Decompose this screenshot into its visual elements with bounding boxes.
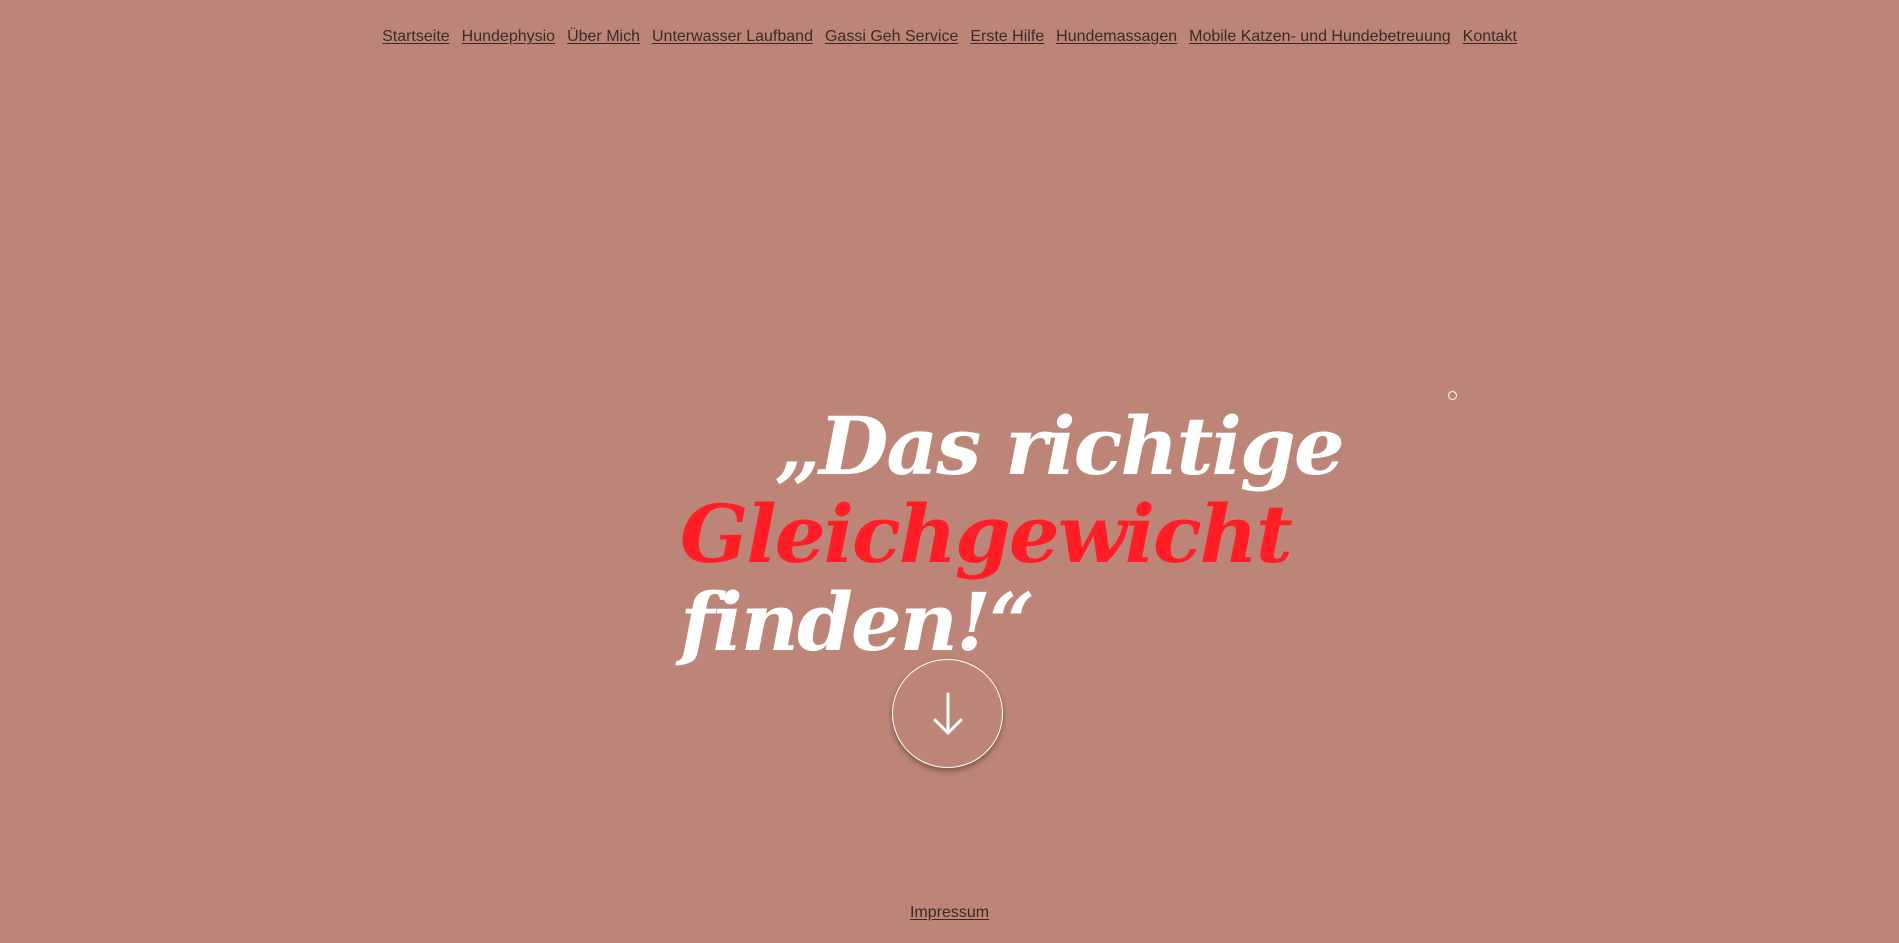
nav-item-ueber-mich[interactable]: Über Mich [567,28,640,46]
hero-line-1: „Das richtige [775,399,1345,493]
hero-line-3: finden!“ [680,575,1035,669]
nav-item-gassi-geh-service[interactable]: Gassi Geh Service [825,28,958,46]
impressum-link[interactable]: Impressum [910,904,989,921]
nav-item-mobile-betreuung[interactable]: Mobile Katzen- und Hundebetreuung [1189,28,1451,46]
nav-item-hundemassagen[interactable]: Hundemassagen [1056,28,1177,46]
hero-line-2-highlight: Gleichgewicht [680,487,1293,581]
footer: Impressum [0,904,1899,922]
nav-item-erste-hilfe[interactable]: Erste Hilfe [970,28,1044,46]
nav-item-startseite[interactable]: Startseite [382,28,450,46]
arrow-down-icon [933,692,962,734]
nav-item-hundephysio[interactable]: Hundephysio [462,28,555,46]
hero-headline: „Das richtige Gleichgewicht finden!“ [680,399,1345,669]
decorative-circle-icon [1448,391,1457,400]
main-navigation: Startseite Hundephysio Über Mich Unterwa… [0,28,1899,46]
scroll-down-button[interactable] [892,659,1003,768]
nav-item-unterwasser-laufband[interactable]: Unterwasser Laufband [652,28,813,46]
nav-item-kontakt[interactable]: Kontakt [1463,28,1517,46]
